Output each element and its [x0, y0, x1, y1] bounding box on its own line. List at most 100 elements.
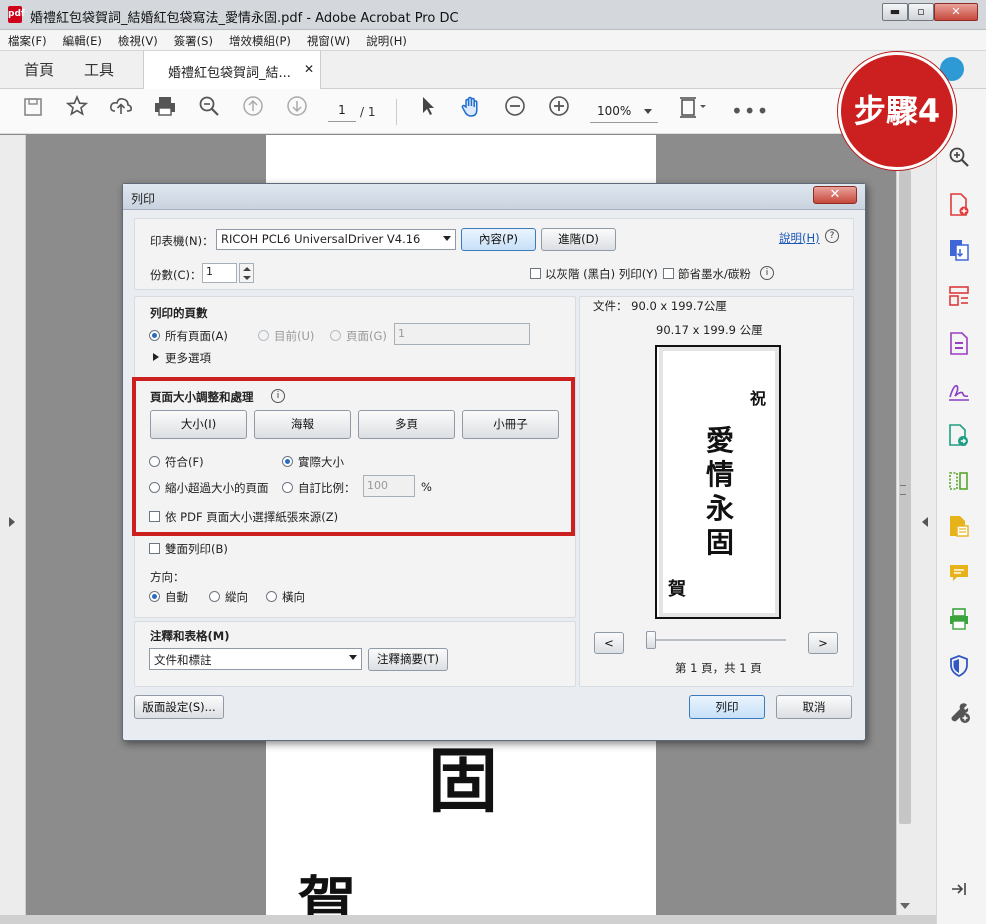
- enhance-scan-icon[interactable]: [947, 146, 971, 170]
- orientation-landscape-label: 橫向: [282, 590, 305, 604]
- tab-home[interactable]: 首頁: [24, 51, 54, 89]
- preview-slider-thumb[interactable]: [646, 631, 656, 649]
- dialog-close-button[interactable]: ✕: [813, 186, 857, 204]
- comment-export-icon[interactable]: [947, 515, 971, 539]
- page-total: / 1: [360, 105, 376, 119]
- help-info-icon[interactable]: ?: [825, 229, 839, 243]
- properties-button[interactable]: 內容(P): [461, 228, 536, 251]
- more-options-link[interactable]: 更多選項: [165, 350, 211, 366]
- chevron-down-icon: [644, 109, 652, 114]
- preview-char-he: 賀: [668, 579, 686, 600]
- zoom-search-icon[interactable]: [193, 95, 225, 127]
- cancel-button[interactable]: 取消: [776, 695, 852, 719]
- current-page-radio[interactable]: [258, 330, 269, 341]
- all-pages-label: 所有頁面(A): [165, 329, 228, 343]
- page-range-input[interactable]: 1: [394, 323, 530, 345]
- protect-shield-icon[interactable]: [947, 654, 971, 678]
- more-options-icon[interactable]: •••: [731, 95, 768, 127]
- grayscale-checkbox[interactable]: [530, 268, 541, 279]
- page-setup-button[interactable]: 版面設定(S)...: [134, 695, 224, 719]
- page-down-icon[interactable]: [281, 95, 313, 127]
- page-up-icon[interactable]: [237, 95, 269, 127]
- zoom-in-icon[interactable]: [543, 95, 575, 127]
- printer-value: RICOH PCL6 UniversalDriver V4.16: [221, 232, 421, 246]
- drag-handle-icon[interactable]: [900, 485, 906, 495]
- scrollbar-thumb[interactable]: [899, 170, 911, 824]
- duplex-checkbox[interactable]: [149, 543, 160, 554]
- save-icon[interactable]: [17, 95, 49, 127]
- help-link[interactable]: 說明(H): [779, 230, 820, 246]
- chevron-down-icon[interactable]: [243, 276, 251, 280]
- more-tools-icon[interactable]: [947, 700, 971, 724]
- cloud-upload-icon[interactable]: [105, 95, 137, 127]
- chevron-down-icon: [349, 655, 357, 660]
- comment-summary-button[interactable]: 注釋摘要(T): [368, 648, 448, 671]
- scroll-down-icon[interactable]: [900, 903, 910, 909]
- duplex-label: 雙面列印(B): [165, 542, 228, 556]
- print-production-icon[interactable]: [947, 607, 971, 631]
- fill-sign-icon[interactable]: [947, 380, 971, 404]
- advanced-button[interactable]: 進階(D): [541, 228, 616, 251]
- tab-close-icon[interactable]: ✕: [304, 62, 314, 76]
- save-ink-checkbox[interactable]: [663, 268, 674, 279]
- collapse-panel-icon[interactable]: [947, 880, 971, 904]
- print-button[interactable]: 列印: [689, 695, 765, 719]
- select-cursor-icon[interactable]: [412, 95, 444, 127]
- form-icon[interactable]: [947, 332, 971, 356]
- copies-input[interactable]: 1: [202, 263, 237, 283]
- save-ink-label: 節省墨水/碳粉: [678, 267, 751, 281]
- zoom-out-icon[interactable]: [499, 95, 531, 127]
- organize-pages-icon[interactable]: [947, 285, 971, 309]
- minimize-button[interactable]: ▬: [882, 3, 908, 21]
- orientation-landscape-radio[interactable]: [266, 591, 277, 602]
- prev-page-button[interactable]: <: [594, 632, 624, 654]
- menu-plugins[interactable]: 增效模組(P): [221, 30, 299, 49]
- export-pdf-icon[interactable]: [947, 238, 971, 262]
- next-page-button[interactable]: >: [808, 632, 838, 654]
- left-panel-toggle[interactable]: [0, 135, 26, 915]
- chevron-up-icon[interactable]: [243, 267, 251, 271]
- expand-triangle-icon[interactable]: [153, 353, 159, 361]
- menu-sign[interactable]: 簽署(S): [166, 30, 221, 49]
- menu-window[interactable]: 視窗(W): [299, 30, 358, 49]
- create-pdf-icon[interactable]: [947, 193, 971, 217]
- tab-document-label: 婚禮紅包袋賀詞_結...: [168, 66, 291, 81]
- menu-file[interactable]: 檔案(F): [0, 30, 55, 49]
- info-icon[interactable]: i: [760, 266, 774, 280]
- zoom-select[interactable]: 100%: [590, 99, 658, 123]
- copies-stepper[interactable]: [239, 263, 254, 283]
- close-button[interactable]: ✕: [934, 3, 978, 21]
- orientation-portrait-radio[interactable]: [209, 591, 220, 602]
- menu-help[interactable]: 說明(H): [358, 30, 415, 49]
- page-fit-icon[interactable]: [676, 95, 708, 127]
- compare-icon[interactable]: [947, 470, 971, 494]
- chevron-left-icon[interactable]: [922, 517, 928, 527]
- printer-label: 印表機(N)：: [150, 234, 214, 248]
- tab-tools[interactable]: 工具: [84, 51, 114, 89]
- print-icon[interactable]: [149, 95, 181, 127]
- orientation-auto-label: 自動: [165, 590, 188, 604]
- page-info: 第 1 頁，共 1 頁: [675, 661, 762, 675]
- comments-select[interactable]: 文件和標註: [149, 648, 362, 670]
- all-pages-radio[interactable]: [149, 330, 160, 341]
- orientation-auto-radio[interactable]: [149, 591, 160, 602]
- orientation-heading: 方向：: [150, 570, 185, 584]
- right-panel-splitter[interactable]: [900, 135, 936, 915]
- current-page-label: 目前(U): [274, 329, 315, 343]
- hand-tool-icon[interactable]: [455, 95, 487, 127]
- preview-slider-track[interactable]: [652, 639, 786, 641]
- comment-icon[interactable]: [947, 562, 971, 586]
- menu-view[interactable]: 檢視(V): [110, 30, 166, 49]
- menu-bar: 檔案(F) 編輯(E) 檢視(V) 簽署(S) 增效模組(P) 視窗(W) 說明(H): [0, 30, 986, 51]
- printer-select[interactable]: RICOH PCL6 UniversalDriver V4.16: [216, 229, 456, 250]
- tab-document[interactable]: 婚禮紅包袋賀詞_結... ✕: [143, 51, 321, 90]
- highlight-box: [132, 377, 575, 536]
- pdf-icon: pdf: [8, 6, 25, 23]
- page-number-input[interactable]: 1: [328, 100, 356, 122]
- send-review-icon[interactable]: [947, 424, 971, 448]
- star-icon[interactable]: [61, 94, 93, 127]
- maximize-button[interactable]: ▫: [908, 3, 934, 21]
- page-range-radio[interactable]: [330, 330, 341, 341]
- menu-edit[interactable]: 編輯(E): [55, 30, 110, 49]
- horizontal-scrollbar[interactable]: [0, 915, 936, 924]
